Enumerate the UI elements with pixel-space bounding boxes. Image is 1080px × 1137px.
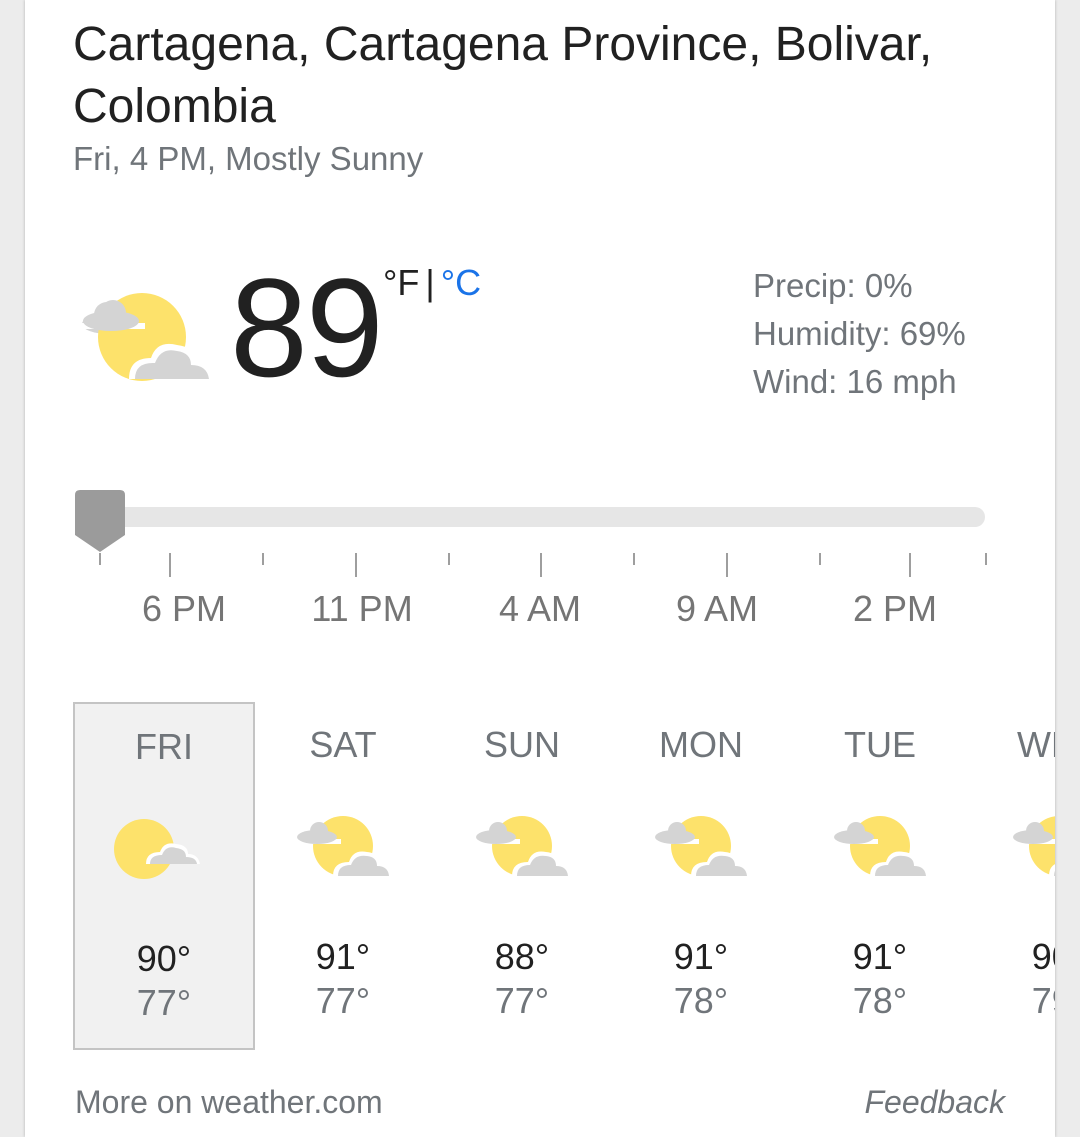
timeline-tick [169, 553, 171, 577]
partly-sunny-icon [651, 812, 751, 887]
fahrenheit-unit[interactable]: °F [383, 262, 419, 303]
day-label: TUE [844, 724, 916, 765]
timeline-tick [819, 553, 821, 565]
timeline-tick [909, 553, 911, 577]
forecast-day-tue[interactable]: TUE 91° 78° [789, 702, 971, 1050]
feedback-link[interactable]: Feedback [864, 1084, 1005, 1121]
forecast-day-wed[interactable]: WED 90° 79° [968, 702, 1055, 1050]
high-temp: 91° [315, 936, 371, 977]
wind-text: Wind: 16 mph [753, 363, 957, 400]
high-temp: 90° [136, 938, 192, 979]
low-temp: 77° [315, 980, 371, 1021]
timeline-label: 11 PM [311, 588, 413, 629]
unit-separator: | [425, 262, 435, 303]
timeline-tick [726, 553, 728, 577]
sunny-with-cloud-icon [114, 814, 214, 889]
forecast-day-mon[interactable]: MON 91° 78° [610, 702, 792, 1050]
timeline-tick [540, 553, 542, 577]
celsius-unit-link[interactable]: °C [441, 262, 481, 303]
timeline-label: 6 PM [141, 588, 227, 629]
weather-details: Precip: 0% Humidity: 69% Wind: 16 mph [753, 262, 966, 406]
timeline-tick [633, 553, 635, 565]
high-temp: 91° [852, 936, 908, 977]
current-temperature: 89 [230, 249, 384, 406]
day-label: FRI [135, 726, 193, 767]
partly-sunny-icon [472, 812, 572, 887]
location-title: Cartagena, Cartagena Province, Bolivar, … [73, 18, 933, 133]
high-temp: 88° [494, 936, 550, 977]
unit-switcher: °F | °C [383, 262, 481, 304]
forecast-day-sat[interactable]: SAT 91° 77° [252, 702, 434, 1050]
low-temp: 78° [852, 980, 908, 1021]
timeline-label: 2 PM [852, 588, 938, 629]
day-label: SAT [309, 724, 377, 765]
timeline-tick [355, 553, 357, 577]
timeline-tick [985, 553, 987, 565]
timeline-track[interactable] [75, 507, 985, 527]
low-temp: 77° [136, 982, 192, 1023]
current-summary: Fri, 4 PM, Mostly Sunny [73, 140, 424, 177]
forecast-day-fri[interactable]: FRI 90° 77° [73, 702, 255, 1050]
low-temp: 77° [494, 980, 550, 1021]
partly-sunny-icon [75, 285, 215, 395]
weather-card: Cartagena, Cartagena Province, Bolivar, … [25, 0, 1055, 1137]
timeline-label: 4 AM [498, 588, 582, 629]
timeline-tick [99, 553, 101, 565]
day-label: SUN [483, 724, 560, 765]
humidity-text: Humidity: 69% [753, 315, 966, 352]
partly-sunny-icon [830, 812, 930, 887]
timeline-thumb[interactable] [75, 490, 125, 552]
forecast-day-sun[interactable]: SUN 88° 77° [431, 702, 613, 1050]
low-temp: 78° [673, 980, 729, 1021]
timeline-tick [262, 553, 264, 565]
timeline-label: 9 AM [675, 588, 759, 629]
day-label: MON [659, 724, 743, 765]
high-temp: 91° [673, 936, 729, 977]
high-temp: 90° [1031, 936, 1055, 977]
timeline-tick [448, 553, 450, 565]
partly-sunny-icon [293, 812, 393, 887]
day-label: WED [1017, 724, 1055, 765]
low-temp: 79° [1031, 980, 1055, 1021]
precip-text: Precip: 0% [753, 267, 913, 304]
more-weather-link[interactable]: More on weather.com [75, 1084, 383, 1121]
partly-sunny-icon [1009, 812, 1055, 887]
